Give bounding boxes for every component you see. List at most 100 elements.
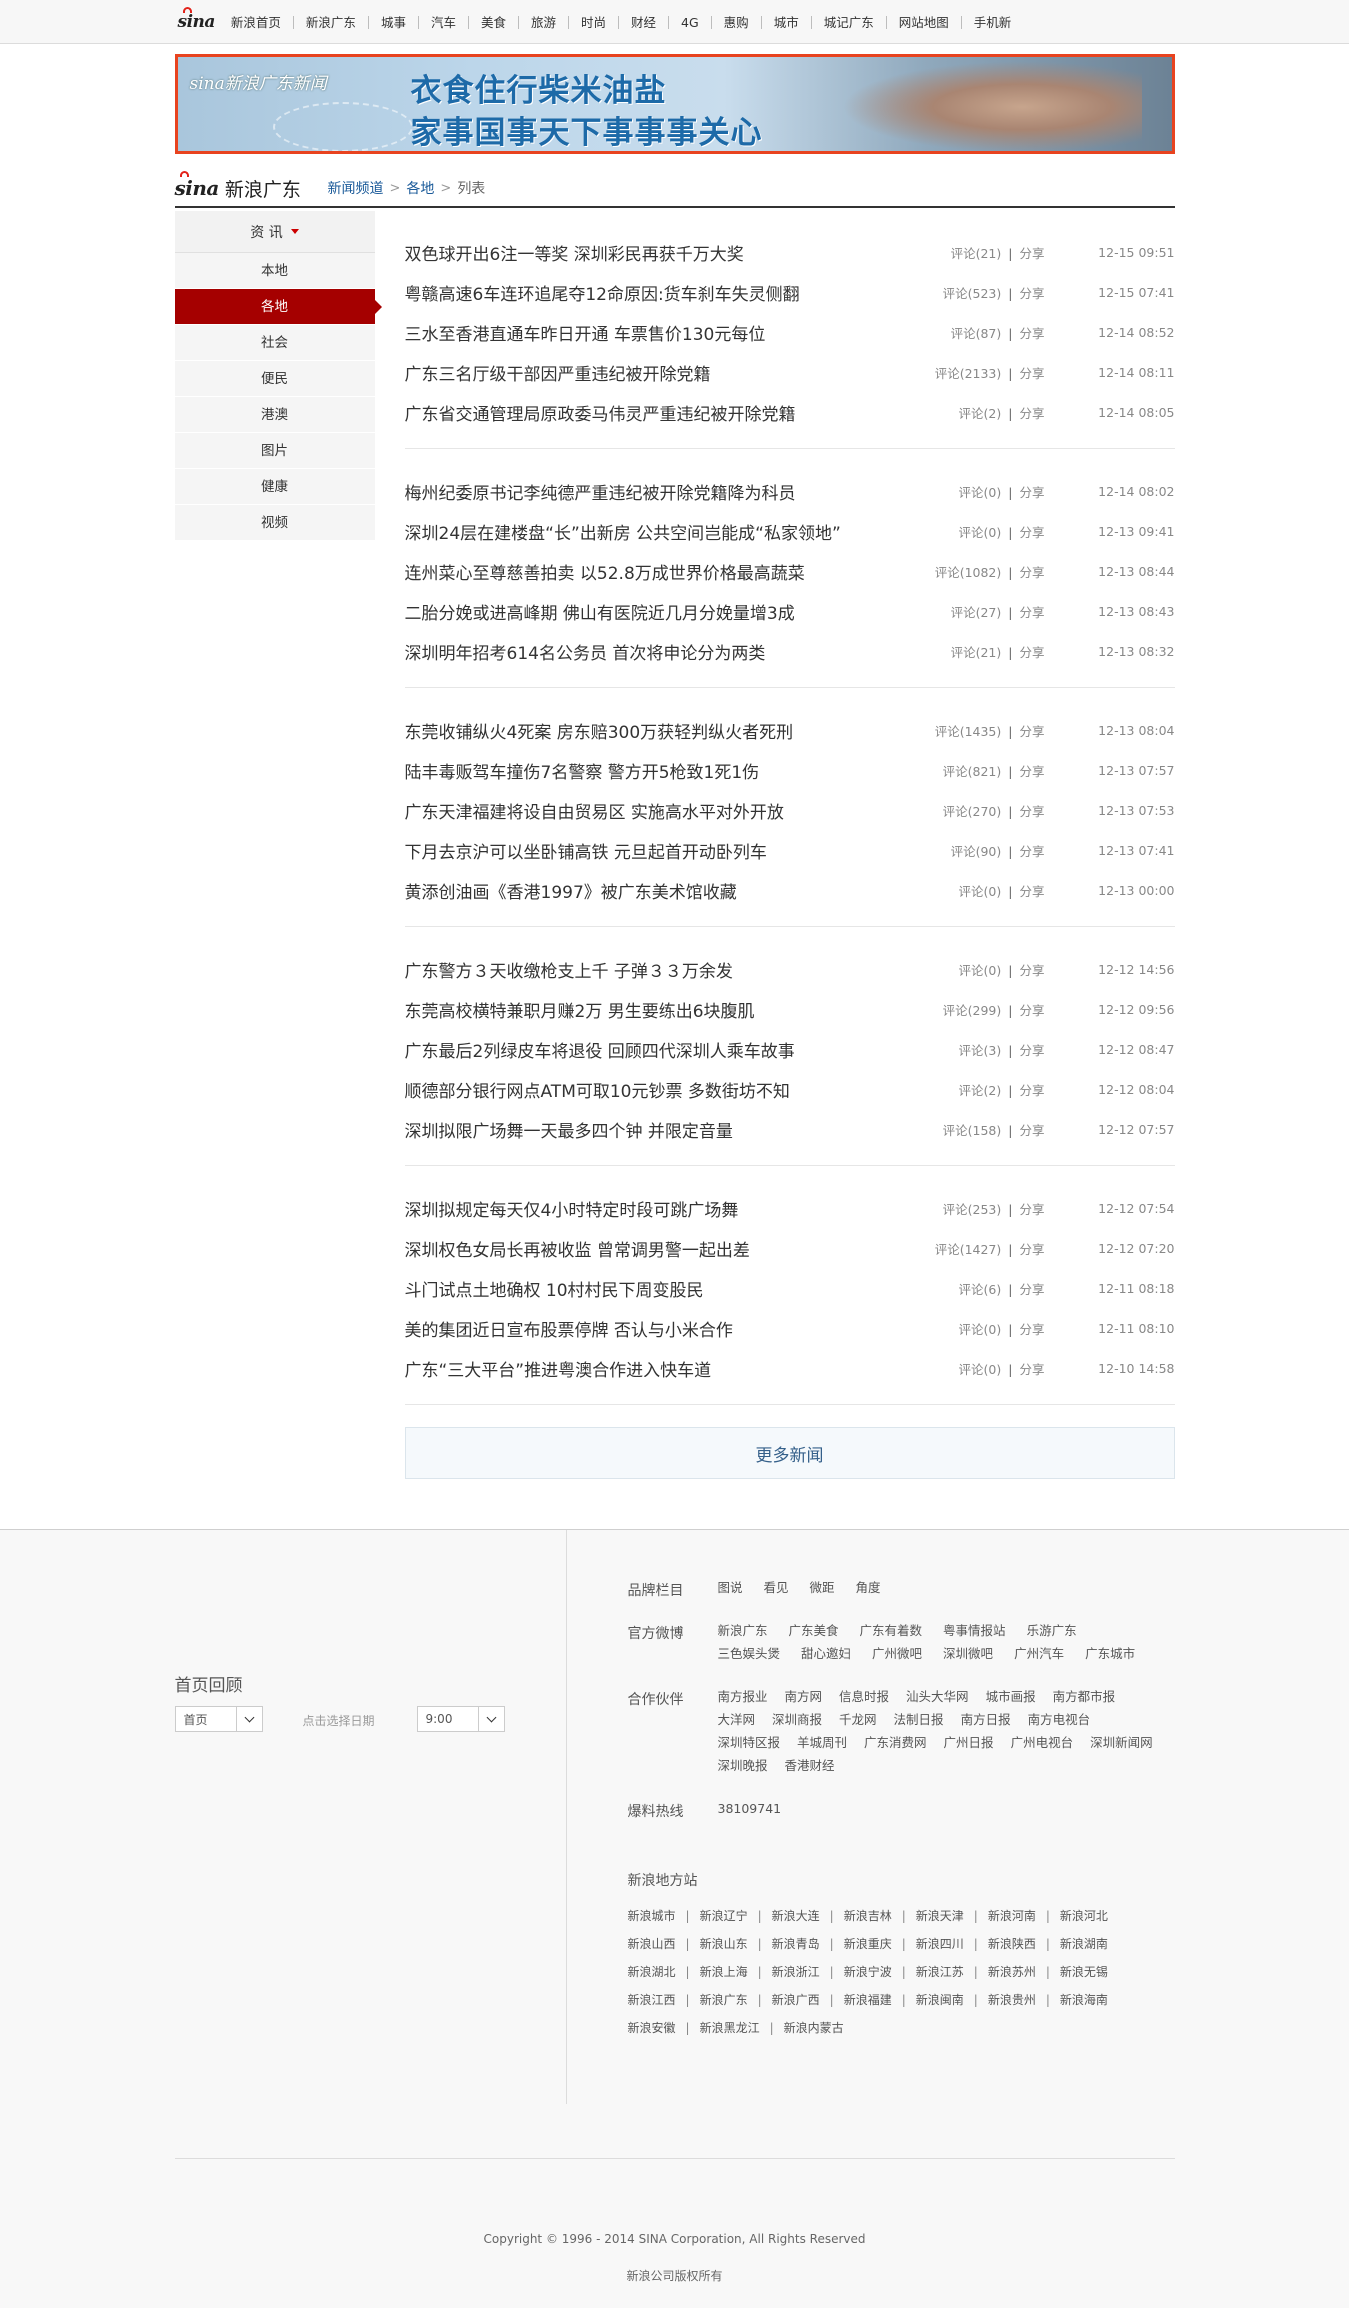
news-title-link[interactable]: 深圳拟限广场舞一天最多四个钟 并限定音量 xyxy=(405,1117,935,1142)
comments-link[interactable]: 评论(0) xyxy=(959,963,1002,978)
share-link[interactable]: 分享 xyxy=(1019,645,1044,660)
comments-link[interactable]: 评论(2133) xyxy=(935,366,1002,381)
local-site-link[interactable]: 新浪湖北 xyxy=(628,1958,676,1986)
comments-link[interactable]: 评论(253) xyxy=(943,1202,1002,1217)
local-site-link[interactable]: 新浪辽宁 xyxy=(700,1902,748,1930)
brand-column-link[interactable]: 看见 xyxy=(764,1573,789,1603)
date-select-hint[interactable]: 点击选择日期 xyxy=(303,1712,375,1729)
comments-link[interactable]: 评论(1082) xyxy=(935,565,1002,580)
local-site-link[interactable]: 新浪海南 xyxy=(1060,1986,1108,2014)
review-page-select[interactable]: 首页 xyxy=(174,1706,263,1732)
local-site-link[interactable]: 新浪闽南 xyxy=(916,1986,964,2014)
news-title-link[interactable]: 双色球开出6注一等奖 深圳彩民再获千万大奖 xyxy=(405,240,935,265)
news-title-link[interactable]: 深圳拟规定每天仅4小时特定时段可跳广场舞 xyxy=(405,1196,935,1221)
top-nav-item[interactable]: 网站地图 xyxy=(885,15,961,29)
sidebar-item[interactable]: 便民 xyxy=(174,361,375,397)
news-title-link[interactable]: 三水至香港直通车昨日开通 车票售价130元每位 xyxy=(405,320,935,345)
local-site-link[interactable]: 新浪无锡 xyxy=(1060,1958,1108,1986)
more-news-button[interactable]: 更多新闻 xyxy=(404,1427,1175,1479)
top-nav-item[interactable]: 美食 xyxy=(467,15,518,29)
partner-link[interactable]: 香港财经 xyxy=(785,1751,835,1781)
local-site-link[interactable]: 新浪河南 xyxy=(988,1902,1036,1930)
local-site-link[interactable]: 新浪广东 xyxy=(700,1986,748,2014)
comments-link[interactable]: 评论(6) xyxy=(959,1282,1002,1297)
comments-link[interactable]: 评论(270) xyxy=(943,804,1002,819)
local-site-link[interactable]: 新浪上海 xyxy=(700,1958,748,1986)
comments-link[interactable]: 评论(2) xyxy=(959,406,1002,421)
brand-column-link[interactable]: 角度 xyxy=(856,1573,881,1603)
share-link[interactable]: 分享 xyxy=(1019,724,1044,739)
news-title-link[interactable]: 广东省交通管理局原政委马伟灵严重违纪被开除党籍 xyxy=(405,400,935,425)
comments-link[interactable]: 评论(90) xyxy=(951,844,1002,859)
top-nav-item[interactable]: 汽车 xyxy=(417,15,468,29)
comments-link[interactable]: 评论(299) xyxy=(943,1003,1002,1018)
sidebar-item[interactable]: 健康 xyxy=(174,469,375,505)
partner-link[interactable]: 广州电视台 xyxy=(1011,1728,1074,1758)
local-site-link[interactable]: 新浪贵州 xyxy=(988,1986,1036,2014)
news-title-link[interactable]: 广东最后2列绿皮车将退役 回顾四代深圳人乘车故事 xyxy=(405,1037,935,1062)
local-site-link[interactable]: 新浪宁波 xyxy=(844,1958,892,1986)
news-title-link[interactable]: 广东警方３天收缴枪支上千 子弹３３万余发 xyxy=(405,957,935,982)
brand-column-link[interactable]: 图说 xyxy=(718,1573,743,1603)
comments-link[interactable]: 评论(523) xyxy=(943,286,1002,301)
partner-link[interactable]: 广东消费网 xyxy=(864,1728,927,1758)
comments-link[interactable]: 评论(2) xyxy=(959,1083,1002,1098)
news-title-link[interactable]: 顺德部分银行网点ATM可取10元钞票 多数街坊不知 xyxy=(405,1077,935,1102)
share-link[interactable]: 分享 xyxy=(1019,764,1044,779)
share-link[interactable]: 分享 xyxy=(1019,246,1044,261)
news-title-link[interactable]: 梅州纪委原书记李纯德严重违纪被开除党籍降为科员 xyxy=(405,479,935,504)
comments-link[interactable]: 评论(0) xyxy=(959,525,1002,540)
news-title-link[interactable]: 连州菜心至尊慈善拍卖 以52.8万成世界价格最高蔬菜 xyxy=(405,559,935,584)
sidebar-item[interactable]: 社会 xyxy=(174,325,375,361)
local-site-link[interactable]: 新浪陕西 xyxy=(988,1930,1036,1958)
share-link[interactable]: 分享 xyxy=(1019,963,1044,978)
share-link[interactable]: 分享 xyxy=(1019,884,1044,899)
share-link[interactable]: 分享 xyxy=(1019,485,1044,500)
top-nav-item[interactable]: 4G xyxy=(668,15,711,29)
top-nav-item[interactable]: 新浪广东 xyxy=(292,15,368,29)
breadcrumb-news-channel[interactable]: 新闻频道 xyxy=(328,178,384,198)
local-site-link[interactable]: 新浪城市 xyxy=(628,1902,676,1930)
news-title-link[interactable]: 黄添创油画《香港1997》被广东美术馆收藏 xyxy=(405,878,935,903)
share-link[interactable]: 分享 xyxy=(1019,1282,1044,1297)
news-title-link[interactable]: 下月去京沪可以坐卧铺高铁 元旦起首开动卧列车 xyxy=(405,838,935,863)
top-nav-item[interactable]: 城市 xyxy=(760,15,811,29)
news-title-link[interactable]: 陆丰毒贩驾车撞伤7名警察 警方开5枪致1死1伤 xyxy=(405,758,935,783)
comments-link[interactable]: 评论(0) xyxy=(959,485,1002,500)
share-link[interactable]: 分享 xyxy=(1019,366,1044,381)
partner-link[interactable]: 广州日报 xyxy=(944,1728,994,1758)
partner-link[interactable]: 深圳晚报 xyxy=(718,1751,768,1781)
top-nav-item[interactable]: 新浪首页 xyxy=(231,16,293,29)
top-nav-item[interactable]: 时尚 xyxy=(568,15,618,29)
share-link[interactable]: 分享 xyxy=(1019,605,1044,620)
official-weibo-link[interactable]: 广东城市 xyxy=(1085,1639,1135,1669)
local-site-link[interactable]: 新浪苏州 xyxy=(988,1958,1036,1986)
sidebar-item[interactable]: 各地 xyxy=(174,289,382,325)
local-site-link[interactable]: 新浪青岛 xyxy=(772,1930,820,1958)
comments-link[interactable]: 评论(3) xyxy=(959,1043,1002,1058)
news-title-link[interactable]: 广东三名厅级干部因严重违纪被开除党籍 xyxy=(405,360,935,385)
sidebar-item[interactable]: 港澳 xyxy=(174,397,375,433)
share-link[interactable]: 分享 xyxy=(1019,1043,1044,1058)
share-link[interactable]: 分享 xyxy=(1019,326,1044,341)
local-site-link[interactable]: 新浪江西 xyxy=(628,1986,676,2014)
top-nav-item[interactable]: 城记广东 xyxy=(810,15,886,29)
comments-link[interactable]: 评论(21) xyxy=(951,246,1002,261)
news-title-link[interactable]: 美的集团近日宣布股票停牌 否认与小米合作 xyxy=(405,1316,935,1341)
local-site-link[interactable]: 新浪江苏 xyxy=(916,1958,964,1986)
share-link[interactable]: 分享 xyxy=(1019,406,1044,421)
sidebar-item[interactable]: 视频 xyxy=(174,505,375,541)
comments-link[interactable]: 评论(0) xyxy=(959,884,1002,899)
comments-link[interactable]: 评论(821) xyxy=(943,764,1002,779)
top-nav-item[interactable]: 财经 xyxy=(618,15,668,29)
top-nav-item[interactable]: 城事 xyxy=(367,15,418,29)
share-link[interactable]: 分享 xyxy=(1019,804,1044,819)
share-link[interactable]: 分享 xyxy=(1019,1362,1044,1377)
comments-link[interactable]: 评论(1435) xyxy=(935,724,1002,739)
official-weibo-link[interactable]: 广州汽车 xyxy=(1014,1639,1064,1669)
comments-link[interactable]: 评论(0) xyxy=(959,1362,1002,1377)
news-title-link[interactable]: 深圳权色女局长再被收监 曾常调男警一起出差 xyxy=(405,1236,935,1261)
local-site-link[interactable]: 新浪吉林 xyxy=(844,1902,892,1930)
comments-link[interactable]: 评论(0) xyxy=(959,1322,1002,1337)
news-title-link[interactable]: 东莞收铺纵火4死案 房东赔300万获轻判纵火者死刑 xyxy=(405,718,935,743)
